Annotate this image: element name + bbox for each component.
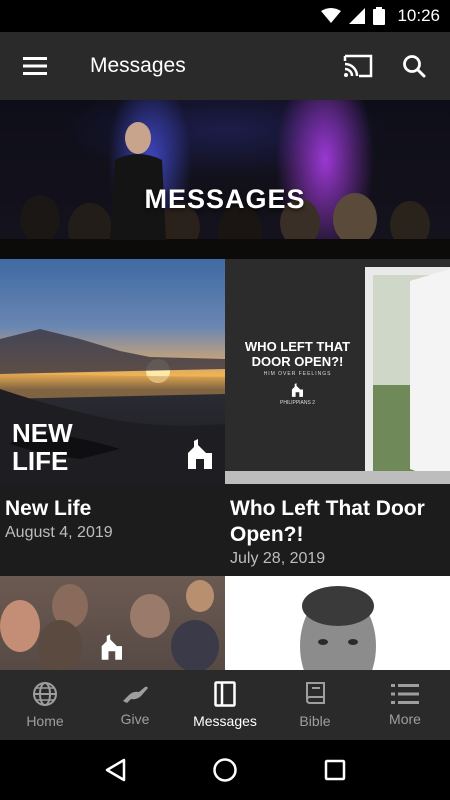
bottom-navigation: Home Give Messages Bible More <box>0 670 450 740</box>
back-button[interactable] <box>85 740 145 800</box>
signal-icon <box>349 8 366 24</box>
recents-square-icon <box>324 759 346 781</box>
message-date: July 28, 2019 <box>230 550 326 567</box>
portrait-scene <box>300 586 376 670</box>
back-triangle-icon <box>105 758 126 782</box>
give-hand-icon <box>123 686 148 703</box>
status-bar: 10:26 <box>0 0 450 32</box>
home-button[interactable] <box>195 740 255 800</box>
message-thumbnail <box>0 576 225 670</box>
home-circle-icon <box>213 758 237 782</box>
list-icon <box>391 684 419 704</box>
wifi-icon <box>321 8 342 23</box>
message-card[interactable]: NEW LIFE New Life August 4, 2019 <box>0 259 225 575</box>
message-card[interactable] <box>0 576 225 670</box>
globe-icon <box>33 682 57 706</box>
menu-button[interactable] <box>0 32 70 100</box>
message-card[interactable] <box>225 576 450 670</box>
door-art-title: WHO LEFT THAT DOOR OPEN?! <box>244 339 351 369</box>
message-thumbnail: NEW LIFE <box>0 259 225 484</box>
messages-hero-banner: MESSAGES <box>0 100 450 259</box>
nav-home-label: Home <box>26 713 64 729</box>
recents-button[interactable] <box>305 740 365 800</box>
church-logo-icon <box>291 383 303 397</box>
message-title: Who Left That Door Open?! <box>230 497 425 546</box>
messages-icon <box>214 681 236 707</box>
system-navigation-bar <box>0 740 450 800</box>
church-logo-icon <box>101 634 122 660</box>
nav-bible[interactable]: Bible <box>270 670 360 740</box>
nav-messages-label: Messages <box>193 713 257 729</box>
message-date: August 4, 2019 <box>5 524 113 541</box>
nav-give-label: Give <box>120 711 150 727</box>
page-title: Messages <box>90 54 186 77</box>
messages-grid: NEW LIFE New Life August 4, 2019 WHO LEF… <box>0 259 450 670</box>
nav-home[interactable]: Home <box>0 670 90 740</box>
search-button[interactable] <box>386 32 442 100</box>
message-thumbnail <box>225 576 450 670</box>
cast-button[interactable] <box>330 32 386 100</box>
door-art-subtitle: HIM OVER FEELINGS <box>263 371 332 377</box>
book-icon <box>306 682 325 704</box>
door-art-reference: PHILIPPIANS 2 <box>279 400 315 406</box>
nav-more-label: More <box>389 711 421 727</box>
message-title: New Life <box>5 497 92 520</box>
speaker-figure <box>110 122 166 240</box>
cast-icon <box>343 54 373 78</box>
nav-give[interactable]: Give <box>90 670 180 740</box>
status-time: 10:26 <box>397 6 440 25</box>
church-logo-icon <box>188 439 212 469</box>
hamburger-icon <box>23 57 47 75</box>
nav-bible-label: Bible <box>299 713 331 729</box>
battery-icon <box>373 7 386 25</box>
search-icon <box>403 55 426 78</box>
app-bar: Messages <box>0 32 450 100</box>
message-card[interactable]: WHO LEFT THAT DOOR OPEN?! HIM OVER FEELI… <box>225 259 450 575</box>
new-life-art-text: NEW LIFE <box>12 418 73 476</box>
message-thumbnail: WHO LEFT THAT DOOR OPEN?! HIM OVER FEELI… <box>225 259 450 484</box>
nav-more[interactable]: More <box>360 670 450 740</box>
nav-messages[interactable]: Messages <box>180 670 270 740</box>
hero-title: MESSAGES <box>144 184 306 214</box>
